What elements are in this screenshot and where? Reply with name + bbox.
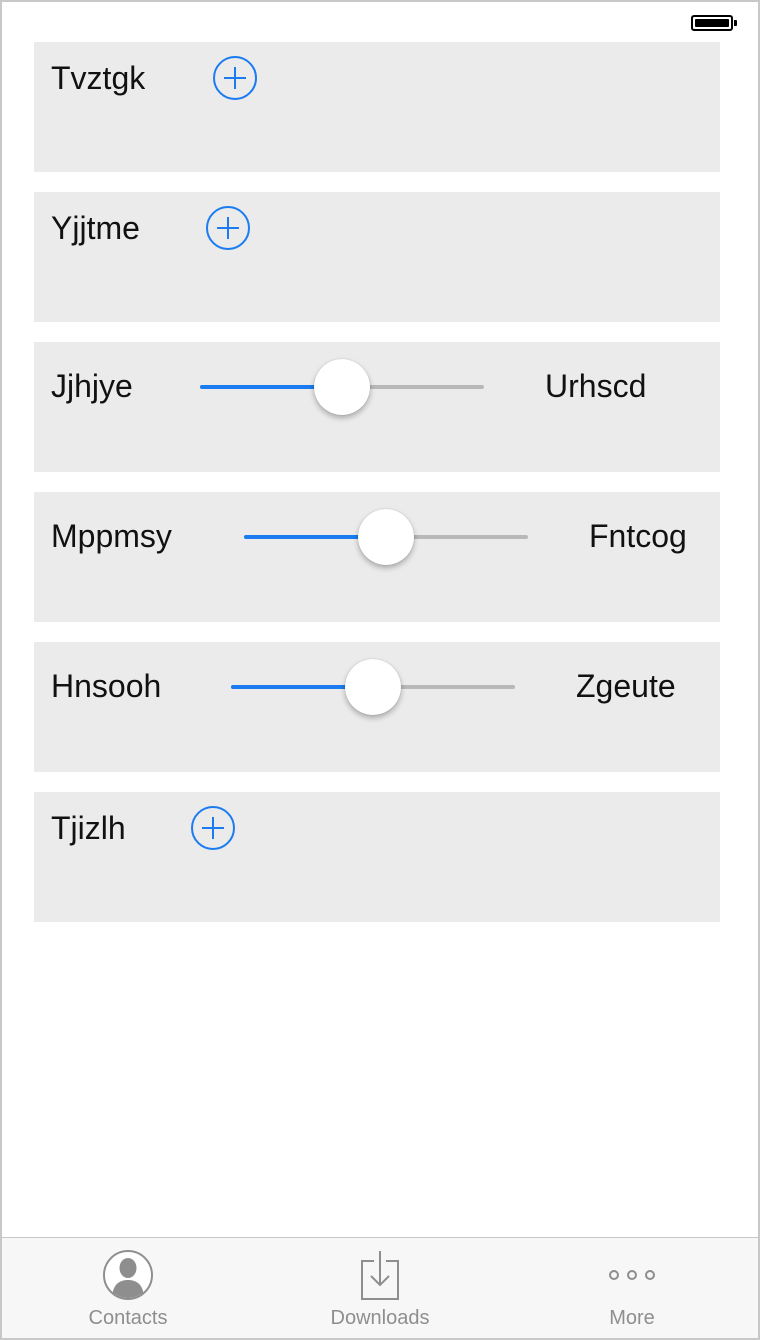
tab-label: Contacts <box>88 1307 168 1329</box>
tab-label: More <box>609 1307 655 1329</box>
tab-contacts[interactable]: Contacts <box>2 1238 254 1338</box>
row-right-label: Fntcog <box>589 518 687 554</box>
plus-icon <box>202 817 224 839</box>
contacts-icon <box>101 1248 155 1302</box>
row-label: Yjjtme <box>51 210 140 246</box>
row-label: Mppmsy <box>51 518 172 554</box>
slider-thumb[interactable] <box>358 509 414 565</box>
row-tjizlh: Tjizlh <box>34 792 720 922</box>
battery-icon <box>691 15 733 31</box>
row-tvztgk: Tvztgk <box>34 42 720 172</box>
battery-cap <box>734 20 737 26</box>
plus-icon <box>224 67 246 89</box>
tab-downloads[interactable]: Downloads <box>254 1238 506 1338</box>
status-bar <box>2 2 758 42</box>
row-label: Hnsooh <box>51 668 162 704</box>
phone-screen: Tvztgk Yjjtme Jjhjye Urhscd Mppmsy Fntco… <box>0 0 760 1340</box>
row-right-label: Zgeute <box>576 668 676 704</box>
plus-icon <box>217 217 239 239</box>
slider-thumb[interactable] <box>345 659 401 715</box>
more-icon <box>605 1248 659 1302</box>
settings-list: Tvztgk Yjjtme Jjhjye Urhscd Mppmsy Fntco… <box>34 42 720 942</box>
row-hnsooh: Hnsooh Zgeute <box>34 642 720 772</box>
row-mppmsy: Mppmsy Fntcog <box>34 492 720 622</box>
downloads-icon <box>353 1248 407 1302</box>
slider[interactable] <box>244 509 528 565</box>
tab-label: Downloads <box>330 1307 430 1329</box>
row-right-label: Urhscd <box>545 368 647 404</box>
slider[interactable] <box>231 659 515 715</box>
tab-more[interactable]: More <box>506 1238 758 1338</box>
add-button[interactable] <box>213 56 257 100</box>
row-label: Tvztgk <box>51 60 146 96</box>
row-jjhjye: Jjhjye Urhscd <box>34 342 720 472</box>
tab-bar: Contacts Downloads More <box>2 1237 758 1338</box>
row-yjjtme: Yjjtme <box>34 192 720 322</box>
slider-thumb[interactable] <box>314 359 370 415</box>
slider[interactable] <box>200 359 484 415</box>
add-button[interactable] <box>191 806 235 850</box>
row-label: Jjhjye <box>51 368 133 404</box>
row-label: Tjizlh <box>51 810 126 846</box>
add-button[interactable] <box>206 206 250 250</box>
